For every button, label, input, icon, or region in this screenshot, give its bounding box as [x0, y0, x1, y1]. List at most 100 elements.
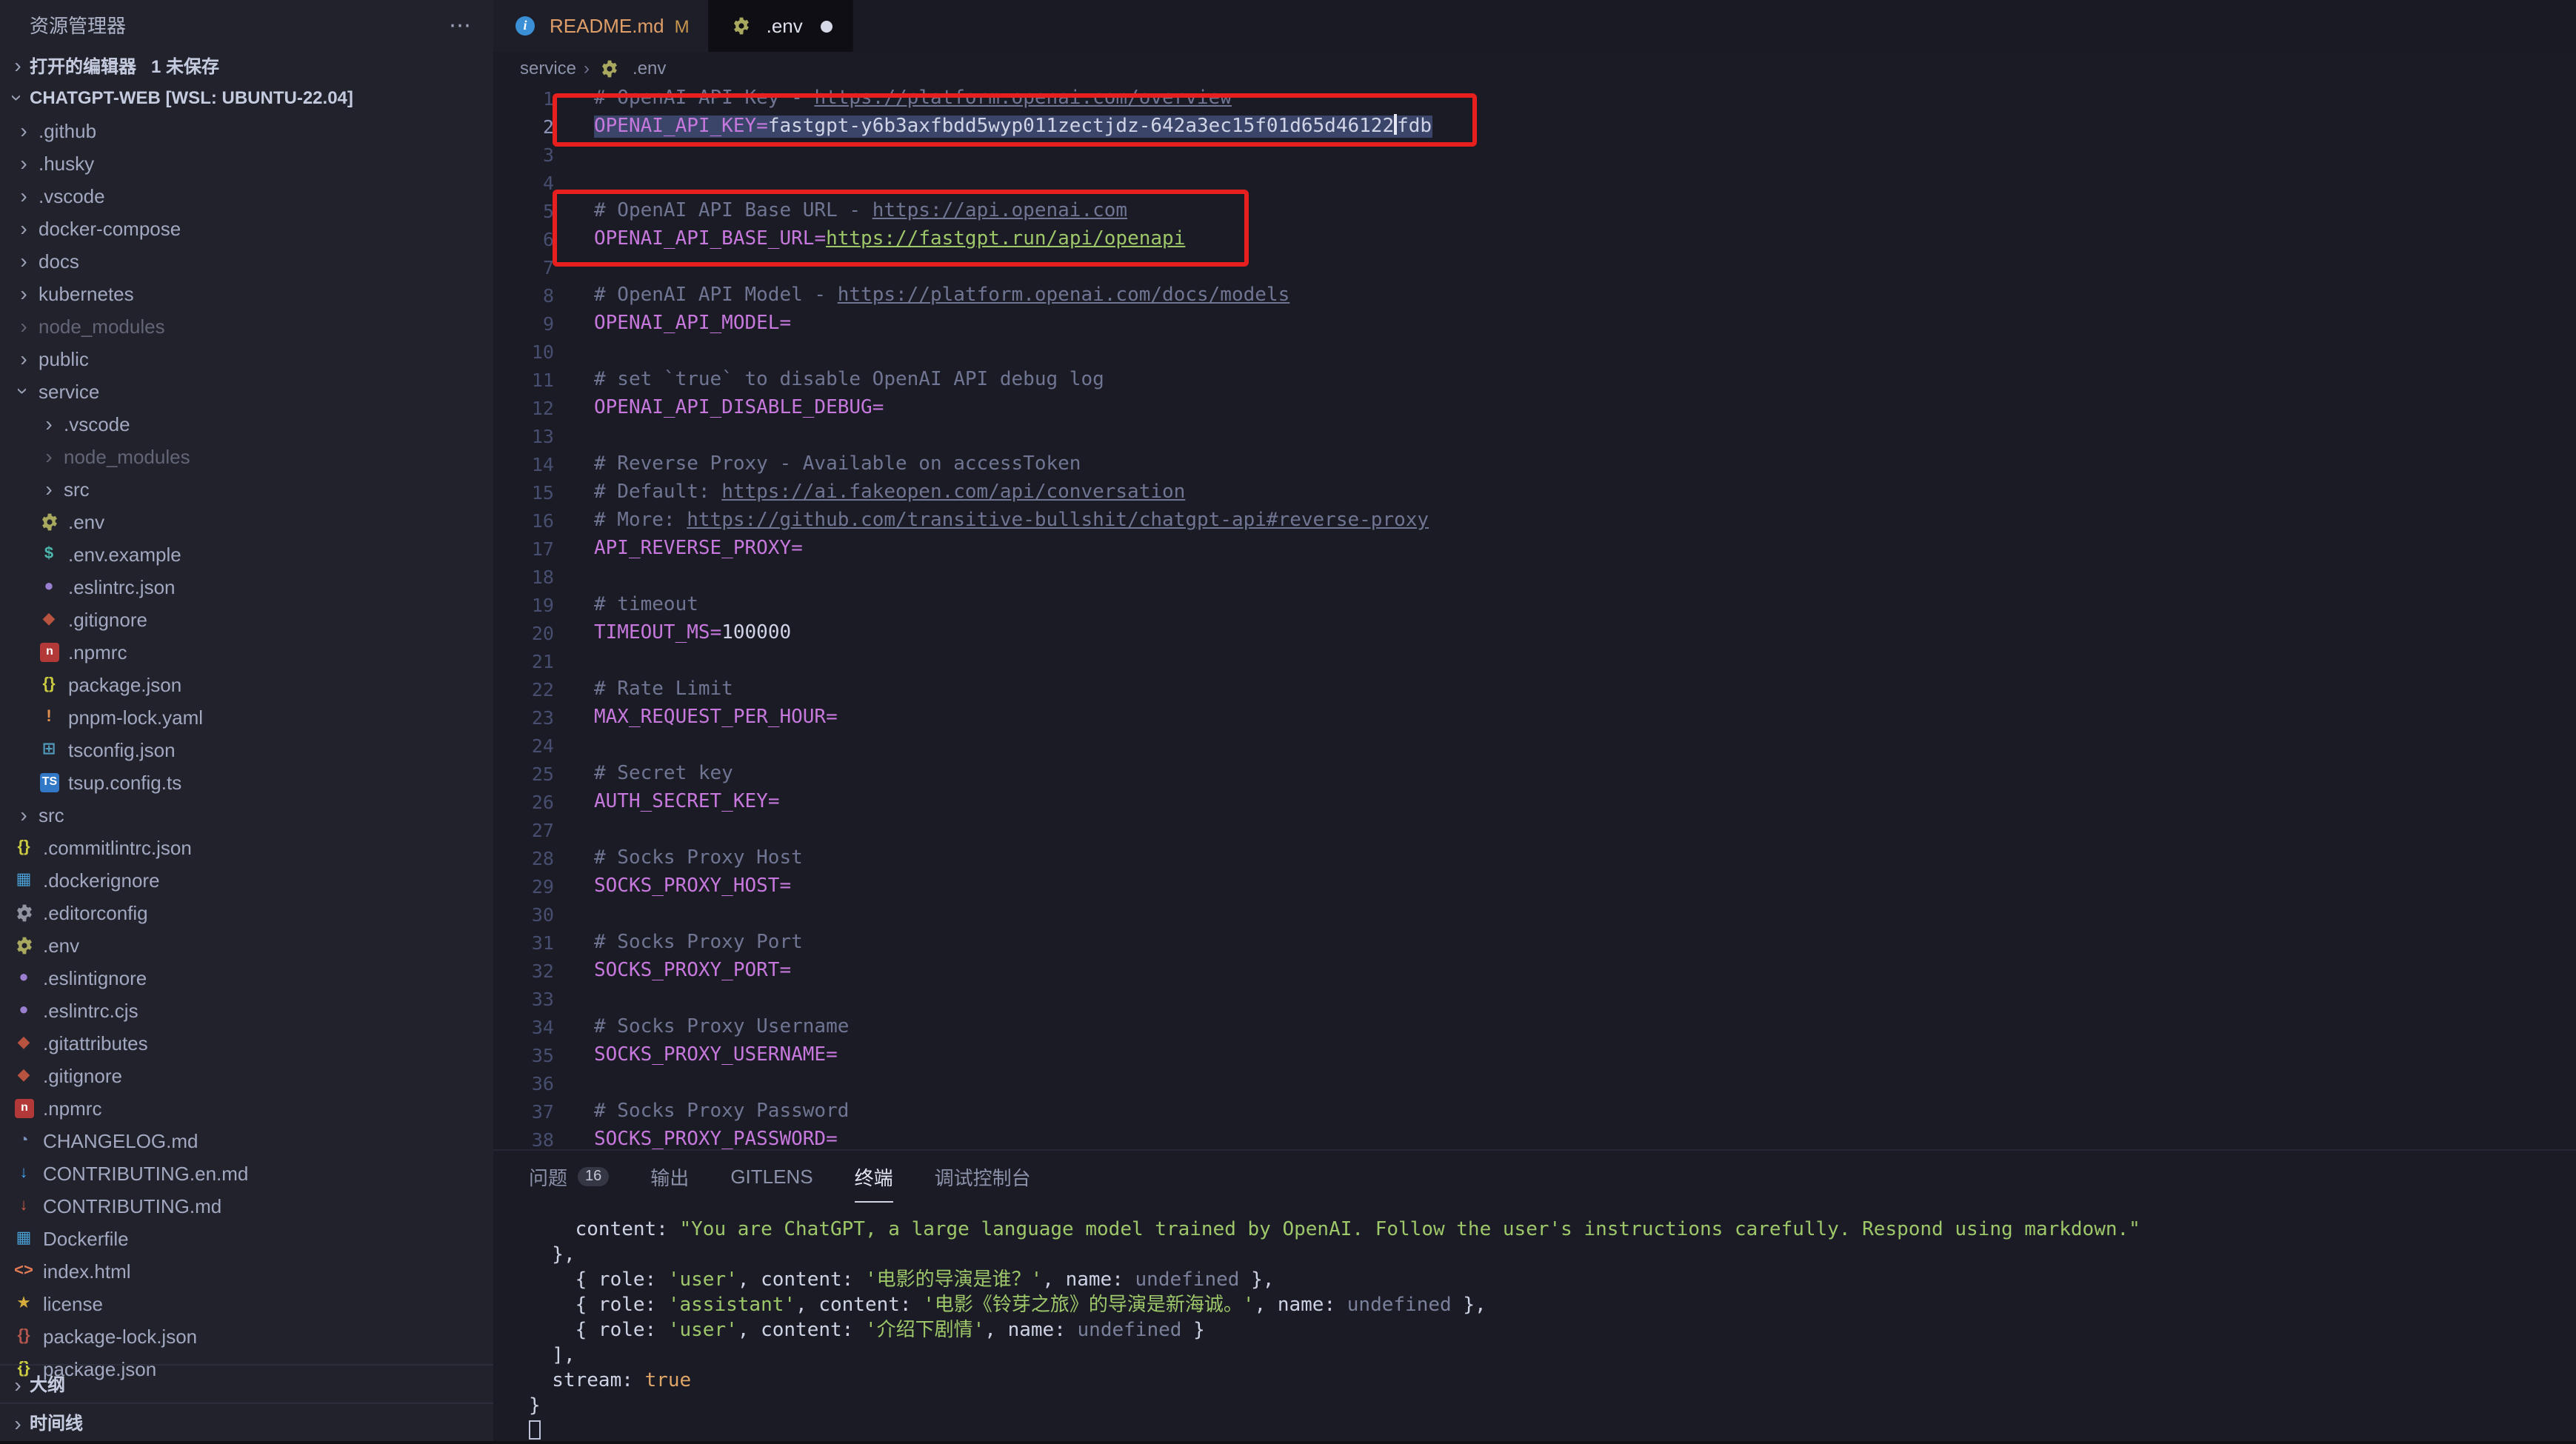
code-line-35[interactable]: 35SOCKS_PROXY_USERNAME=: [493, 1041, 2576, 1069]
code-line-33[interactable]: 33: [493, 985, 2576, 1013]
code-line-16[interactable]: 16# More: https://github.com/transitive-…: [493, 507, 2576, 535]
more-actions-icon[interactable]: ⋯: [449, 11, 473, 38]
tree-file-CHANGELOG.md[interactable]: ◔CHANGELOG.md: [0, 1124, 493, 1157]
tree-file-.eslintignore[interactable]: ●.eslintignore: [0, 961, 493, 994]
tree-folder-kubernetes[interactable]: ›kubernetes: [0, 277, 493, 310]
code-editor[interactable]: 1# OpenAI API Key - https://platform.ope…: [493, 84, 2576, 1149]
tree-file-CONTRIBUTING.en.md[interactable]: ↓CONTRIBUTING.en.md: [0, 1157, 493, 1189]
tree-file-.commitlintrc.json[interactable]: {}.commitlintrc.json: [0, 831, 493, 863]
tree-folder-node_modules[interactable]: ›node_modules: [0, 440, 493, 472]
panel-tab-输出[interactable]: 输出: [650, 1151, 689, 1203]
code-line-10[interactable]: 10: [493, 338, 2576, 366]
tree-file-license[interactable]: ★license: [0, 1287, 493, 1320]
tree-folder-.github[interactable]: ›.github: [0, 114, 493, 147]
line-text: # set `true` to disable OpenAI API debug…: [554, 366, 1104, 394]
tree-file-.dockerignore[interactable]: ▦.dockerignore: [0, 863, 493, 896]
outline-section[interactable]: › 大纲: [0, 1364, 493, 1403]
tree-folder-public[interactable]: ›public: [0, 342, 493, 375]
code-line-15[interactable]: 15# Default: https://ai.fakeopen.com/api…: [493, 478, 2576, 507]
tree-file-.gitignore[interactable]: ◆.gitignore: [0, 1059, 493, 1092]
tree-file-pnpm-lock.yaml[interactable]: !pnpm-lock.yaml: [0, 701, 493, 733]
tree-file-.eslintrc.json[interactable]: ●.eslintrc.json: [0, 570, 493, 603]
code-line-9[interactable]: 9OPENAI_API_MODEL=: [493, 310, 2576, 338]
tree-file-CONTRIBUTING.md[interactable]: ↓CONTRIBUTING.md: [0, 1189, 493, 1222]
terminal-output[interactable]: content: "You are ChatGPT, a large langu…: [493, 1203, 2576, 1444]
tree-file-.gitattributes[interactable]: ◆.gitattributes: [0, 1026, 493, 1059]
code-line-31[interactable]: 31# Socks Proxy Port: [493, 929, 2576, 957]
code-line-26[interactable]: 26AUTH_SECRET_KEY=: [493, 788, 2576, 816]
code-line-30[interactable]: 30: [493, 900, 2576, 929]
unsaved-dot-icon[interactable]: [821, 20, 832, 32]
tree-file-package.json[interactable]: {}package.json: [0, 668, 493, 701]
code-line-12[interactable]: 12OPENAI_API_DISABLE_DEBUG=: [493, 394, 2576, 422]
code-line-8[interactable]: 8# OpenAI API Model - https://platform.o…: [493, 281, 2576, 310]
tree-file-.gitignore[interactable]: ◆.gitignore: [0, 603, 493, 635]
code-line-6[interactable]: 6OPENAI_API_BASE_URL=https://fastgpt.run…: [493, 225, 2576, 253]
changelog-icon: ◔: [12, 1132, 36, 1149]
code-line-7[interactable]: 7: [493, 253, 2576, 281]
code-line-23[interactable]: 23MAX_REQUEST_PER_HOUR=: [493, 703, 2576, 732]
tab-README.md[interactable]: iREADME.mdM: [493, 0, 710, 52]
code-line-32[interactable]: 32SOCKS_PROXY_PORT=: [493, 957, 2576, 985]
panel-tab-GITLENS[interactable]: GITLENS: [730, 1151, 812, 1203]
breadcrumb-.env[interactable]: .env: [633, 58, 666, 78]
tree-file-.env[interactable]: .env: [0, 929, 493, 961]
panel-tab-终端[interactable]: 终端: [855, 1151, 893, 1203]
tree-folder-node_modules[interactable]: ›node_modules: [0, 310, 493, 342]
tree-file-.editorconfig[interactable]: .editorconfig: [0, 896, 493, 929]
code-line-24[interactable]: 24: [493, 732, 2576, 760]
panel-tab-问题[interactable]: 问题16: [529, 1151, 609, 1203]
code-line-36[interactable]: 36: [493, 1069, 2576, 1097]
code-line-13[interactable]: 13: [493, 422, 2576, 450]
file-label: .npmrc: [43, 1097, 101, 1119]
tree-file-.eslintrc.cjs[interactable]: ●.eslintrc.cjs: [0, 994, 493, 1026]
code-line-28[interactable]: 28# Socks Proxy Host: [493, 844, 2576, 872]
code-line-11[interactable]: 11# set `true` to disable OpenAI API deb…: [493, 366, 2576, 394]
tree-folder-docker-compose[interactable]: ›docker-compose: [0, 212, 493, 244]
open-editors-section[interactable]: › 打开的编辑器 1 未保存: [0, 49, 493, 81]
tree-folder-docs[interactable]: ›docs: [0, 244, 493, 277]
tree-folder-src[interactable]: ›src: [0, 798, 493, 831]
code-line-27[interactable]: 27: [493, 816, 2576, 844]
line-number: 35: [493, 1041, 554, 1069]
file-label: node_modules: [39, 315, 165, 337]
code-line-22[interactable]: 22# Rate Limit: [493, 675, 2576, 703]
code-line-29[interactable]: 29SOCKS_PROXY_HOST=: [493, 872, 2576, 900]
tree-file-package-lock.json[interactable]: {}package-lock.json: [0, 1320, 493, 1352]
code-line-17[interactable]: 17API_REVERSE_PROXY=: [493, 535, 2576, 563]
code-line-5[interactable]: 5# OpenAI API Base URL - https://api.ope…: [493, 197, 2576, 225]
code-line-25[interactable]: 25# Secret key: [493, 760, 2576, 788]
code-line-14[interactable]: 14# Reverse Proxy - Available on accessT…: [493, 450, 2576, 478]
breadcrumb[interactable]: service›.env: [493, 52, 2576, 84]
tree-file-.npmrc[interactable]: n.npmrc: [0, 635, 493, 668]
code-line-2[interactable]: 2OPENAI_API_KEY=fastgpt-y6b3axfbdd5wyp01…: [493, 113, 2576, 141]
tree-folder-.vscode[interactable]: ›.vscode: [0, 407, 493, 440]
code-line-18[interactable]: 18: [493, 563, 2576, 591]
code-line-1[interactable]: 1# OpenAI API Key - https://platform.ope…: [493, 84, 2576, 113]
breadcrumb-service[interactable]: service: [520, 58, 576, 78]
code-line-34[interactable]: 34# Socks Proxy Username: [493, 1013, 2576, 1041]
code-line-3[interactable]: 3: [493, 141, 2576, 169]
code-line-21[interactable]: 21: [493, 647, 2576, 675]
tree-file-index.html[interactable]: <>index.html: [0, 1254, 493, 1287]
code-line-19[interactable]: 19# timeout: [493, 591, 2576, 619]
tree-file-tsconfig.json[interactable]: ⊞tsconfig.json: [0, 733, 493, 766]
tree-folder-service[interactable]: ›service: [0, 375, 493, 407]
tree-folder-.vscode[interactable]: ›.vscode: [0, 179, 493, 212]
tree-folder-src[interactable]: ›src: [0, 472, 493, 505]
tree-file-.env.example[interactable]: $.env.example: [0, 538, 493, 570]
project-root-section[interactable]: › CHATGPT-WEB [WSL: UBUNTU-22.04]: [0, 81, 493, 114]
code-line-37[interactable]: 37# Socks Proxy Password: [493, 1097, 2576, 1126]
tree-file-Dockerfile[interactable]: ▦Dockerfile: [0, 1222, 493, 1254]
code-line-20[interactable]: 20TIMEOUT_MS=100000: [493, 619, 2576, 647]
tree-file-.npmrc[interactable]: n.npmrc: [0, 1092, 493, 1124]
code-line-38[interactable]: 38SOCKS_PROXY_PASSWORD=: [493, 1126, 2576, 1149]
md-red-icon: ↓: [12, 1197, 36, 1214]
tree-folder-.husky[interactable]: ›.husky: [0, 147, 493, 179]
tree-file-.env[interactable]: .env: [0, 505, 493, 538]
tree-file-tsup.config.ts[interactable]: TStsup.config.ts: [0, 766, 493, 798]
timeline-section[interactable]: › 时间线: [0, 1403, 493, 1441]
code-line-4[interactable]: 4: [493, 169, 2576, 197]
tab-.env[interactable]: .env: [710, 0, 853, 52]
panel-tab-调试控制台[interactable]: 调试控制台: [935, 1151, 1031, 1203]
